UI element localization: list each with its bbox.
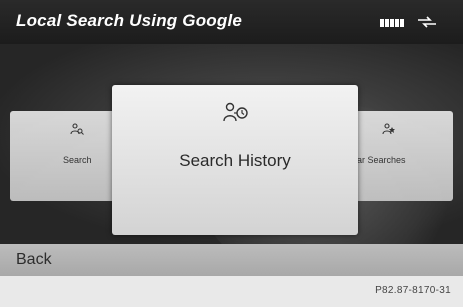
menu-item-label: Search History: [179, 151, 291, 170]
search-history-icon: [223, 102, 248, 122]
menu-item-label: Search: [63, 155, 92, 165]
search-person-icon: [70, 123, 84, 135]
menu-item-search-history[interactable]: Search History: [112, 85, 358, 235]
title-bar: Local Search Using Google: [0, 0, 463, 44]
infotainment-screen: Local Search Using Google Search Popular…: [0, 0, 463, 307]
figure-reference: P82.87-8170-31: [375, 285, 451, 296]
popular-searches-icon: [382, 123, 395, 135]
signal-strength-icon: [380, 19, 404, 27]
back-button[interactable]: Back: [0, 244, 463, 276]
footer: P82.87-8170-31: [0, 276, 463, 307]
back-label: Back: [16, 251, 52, 268]
data-transfer-icon: [418, 16, 436, 28]
screen-title: Local Search Using Google: [16, 11, 243, 30]
